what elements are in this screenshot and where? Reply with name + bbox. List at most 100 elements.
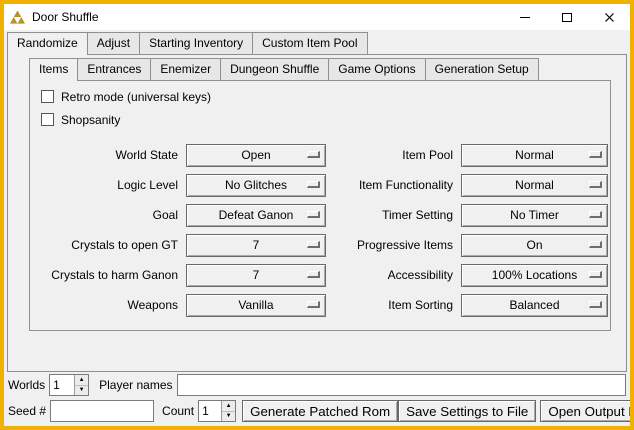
minimize-icon <box>520 17 530 18</box>
worlds-label: Worlds <box>8 378 45 392</box>
dropdown-indicator-icon <box>307 151 320 158</box>
crystals-open-gt-value: 7 <box>253 238 260 252</box>
tab-items[interactable]: Items <box>29 58 78 81</box>
spinner-up-icon: ▲ <box>79 377 85 383</box>
goal-label: Goal <box>38 208 186 222</box>
option-row: Logic Level No Glitches Item Functionali… <box>38 170 610 200</box>
dropdown-indicator-icon <box>307 301 320 308</box>
main-tab-bar: Randomize Adjust Starting Inventory Cust… <box>7 32 368 55</box>
player-names-label: Player names <box>99 378 172 392</box>
seed-row: Seed # Count ▲ ▼ Generate Patched Rom Sa… <box>8 400 626 422</box>
tab-adjust[interactable]: Adjust <box>87 32 140 54</box>
crystals-harm-ganon-label: Crystals to harm Ganon <box>38 268 186 282</box>
world-state-label: World State <box>38 148 186 162</box>
close-button[interactable] <box>588 4 630 30</box>
crystals-open-gt-label: Crystals to open GT <box>38 238 186 252</box>
dropdown-indicator-icon <box>307 211 320 218</box>
dropdown-indicator-icon <box>589 301 602 308</box>
worlds-spinner-buttons: ▲ ▼ <box>74 375 88 395</box>
tab-custom-item-pool[interactable]: Custom Item Pool <box>252 32 367 54</box>
progressive-items-dropdown[interactable]: On <box>461 234 608 257</box>
tab-generation-setup[interactable]: Generation Setup <box>425 58 539 80</box>
world-state-value: Open <box>241 148 270 162</box>
shopsanity-label: Shopsanity <box>61 113 120 127</box>
spinner-up-icon: ▲ <box>226 403 232 409</box>
count-spinner-down-button[interactable]: ▼ <box>222 412 235 422</box>
tab-starting-inventory[interactable]: Starting Inventory <box>139 32 253 54</box>
option-row: Weapons Vanilla Item Sorting Balanced <box>38 290 610 320</box>
tab-game-options[interactable]: Game Options <box>328 58 425 80</box>
dropdown-indicator-icon <box>589 241 602 248</box>
world-state-dropdown[interactable]: Open <box>186 144 326 167</box>
spinner-down-icon: ▼ <box>79 387 85 393</box>
logic-level-label: Logic Level <box>38 178 186 192</box>
item-pool-dropdown[interactable]: Normal <box>461 144 608 167</box>
checkbox-icon[interactable] <box>41 113 54 126</box>
accessibility-dropdown[interactable]: 100% Locations <box>461 264 608 287</box>
open-output-directory-button[interactable]: Open Output Directory <box>540 400 634 422</box>
minimize-button[interactable] <box>504 4 546 30</box>
option-row: Crystals to harm Ganon 7 Accessibility 1… <box>38 260 610 290</box>
window-title: Door Shuffle <box>32 10 99 24</box>
dropdown-indicator-icon <box>589 151 602 158</box>
timer-setting-dropdown[interactable]: No Timer <box>461 204 608 227</box>
dropdown-indicator-icon <box>307 271 320 278</box>
tab-enemizer[interactable]: Enemizer <box>150 58 221 80</box>
randomize-pane: Items Entrances Enemizer Dungeon Shuffle… <box>7 54 627 372</box>
worlds-spinner: ▲ ▼ <box>49 374 89 396</box>
item-pool-label: Item Pool <box>326 148 461 162</box>
worlds-spinner-up-button[interactable]: ▲ <box>75 375 88 386</box>
weapons-value: Vanilla <box>238 298 273 312</box>
seed-input[interactable] <box>50 400 154 422</box>
item-sorting-label: Item Sorting <box>326 298 461 312</box>
weapons-dropdown[interactable]: Vanilla <box>186 294 326 317</box>
logic-level-value: No Glitches <box>225 178 287 192</box>
dropdown-indicator-icon <box>307 181 320 188</box>
generate-patched-rom-button[interactable]: Generate Patched Rom <box>242 400 398 422</box>
save-settings-button[interactable]: Save Settings to File <box>398 400 536 422</box>
window-content: Randomize Adjust Starting Inventory Cust… <box>4 30 630 426</box>
dropdown-indicator-icon <box>589 211 602 218</box>
items-pane: Retro mode (universal keys) Shopsanity W… <box>29 80 611 331</box>
dropdown-indicator-icon <box>589 181 602 188</box>
item-functionality-dropdown[interactable]: Normal <box>461 174 608 197</box>
maximize-button[interactable] <box>546 4 588 30</box>
crystals-harm-ganon-value: 7 <box>253 268 260 282</box>
item-pool-value: Normal <box>515 148 554 162</box>
weapons-label: Weapons <box>38 298 186 312</box>
logic-level-dropdown[interactable]: No Glitches <box>186 174 326 197</box>
count-spinner-up-button[interactable]: ▲ <box>222 401 235 412</box>
crystals-open-gt-dropdown[interactable]: 7 <box>186 234 326 257</box>
timer-setting-label: Timer Setting <box>326 208 461 222</box>
items-pane-content: Retro mode (universal keys) Shopsanity W… <box>30 81 610 320</box>
count-spinner-buttons: ▲ ▼ <box>221 401 235 421</box>
player-names-input[interactable] <box>177 374 627 396</box>
count-input[interactable] <box>199 401 221 421</box>
worlds-spinner-down-button[interactable]: ▼ <box>75 386 88 396</box>
accessibility-label: Accessibility <box>326 268 461 282</box>
tab-entrances[interactable]: Entrances <box>77 58 151 80</box>
progressive-items-value: On <box>526 238 542 252</box>
item-sorting-dropdown[interactable]: Balanced <box>461 294 608 317</box>
worlds-row: Worlds ▲ ▼ Player names <box>8 374 626 396</box>
tab-randomize[interactable]: Randomize <box>7 32 88 55</box>
spinner-down-icon: ▼ <box>226 413 232 419</box>
retro-mode-checkbox[interactable]: Retro mode (universal keys) <box>41 85 610 108</box>
maximize-icon <box>562 13 572 22</box>
count-label: Count <box>162 404 194 418</box>
worlds-input[interactable] <box>50 375 74 395</box>
checkbox-icon[interactable] <box>41 90 54 103</box>
dropdown-indicator-icon <box>589 271 602 278</box>
sub-tab-bar: Items Entrances Enemizer Dungeon Shuffle… <box>29 58 539 81</box>
item-functionality-value: Normal <box>515 178 554 192</box>
count-spinner: ▲ ▼ <box>198 400 236 422</box>
goal-dropdown[interactable]: Defeat Ganon <box>186 204 326 227</box>
seed-label: Seed # <box>8 404 46 418</box>
titlebar: Door Shuffle <box>4 4 630 30</box>
item-sorting-value: Balanced <box>509 298 559 312</box>
progressive-items-label: Progressive Items <box>326 238 461 252</box>
crystals-harm-ganon-dropdown[interactable]: 7 <box>186 264 326 287</box>
tab-dungeon-shuffle[interactable]: Dungeon Shuffle <box>220 58 329 80</box>
app-icon <box>10 10 25 24</box>
shopsanity-checkbox[interactable]: Shopsanity <box>41 108 610 131</box>
